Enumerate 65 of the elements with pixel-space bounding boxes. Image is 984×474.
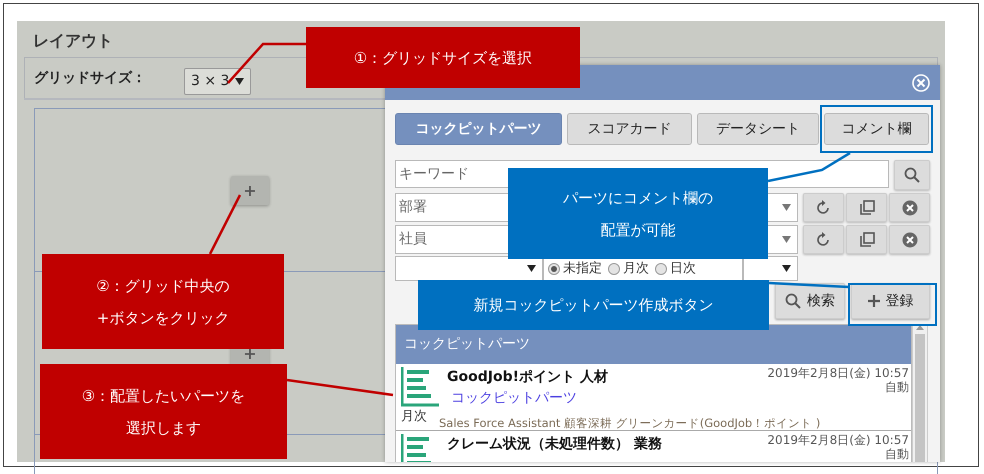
clear-button[interactable] <box>889 193 930 222</box>
item-title: クレーム状況（未処理件数） 業務 <box>446 435 663 454</box>
tab[interactable]: コメント欄 <box>824 113 929 145</box>
callout-text: +ボタンをクリック <box>96 308 230 326</box>
caret-icon <box>782 204 791 211</box>
search-icon <box>904 167 920 183</box>
callout-text: 選択します <box>126 418 201 436</box>
caret-icon <box>527 265 536 272</box>
search-button[interactable] <box>894 160 930 190</box>
list-item[interactable]: 月次 GoodJob!ポイント 人材 コックピットパーツ 2019年2月8日(金) 10:57 自動 Sales Force Assistant 顧客深耕 グリーンカード(GoodJob！ポイント ) <box>396 364 911 431</box>
caret-icon <box>235 78 244 84</box>
register-button[interactable]: 登録 <box>851 283 930 319</box>
callout-text: ①：グリッドサイズを選択 <box>354 48 532 66</box>
radio-button[interactable] <box>655 262 667 274</box>
grid-size-label: グリッドサイズ： <box>34 68 147 88</box>
list-item[interactable]: クレーム状況（未処理件数） 業務 2019年2月8日(金) 10:57 自動 <box>396 431 911 462</box>
month-select[interactable] <box>743 256 798 281</box>
panel-title: レイアウト <box>32 30 114 52</box>
reset-icon <box>816 200 832 216</box>
search-icon <box>785 293 801 309</box>
add-button[interactable]: + <box>231 176 269 205</box>
list-header: コックピットパーツ <box>396 325 911 364</box>
reset-icon <box>816 232 832 248</box>
clear-icon <box>902 200 918 216</box>
search-button[interactable]: 検索 <box>775 283 845 319</box>
callout-text: ②：グリッド中央の <box>96 276 230 294</box>
callout-text: 配置が可能 <box>600 220 676 238</box>
tab[interactable]: データシート <box>697 113 819 145</box>
chart-icon <box>401 367 439 407</box>
scroll-up-icon[interactable] <box>916 325 924 330</box>
callout-text: ③：配置したいパーツを <box>82 386 246 404</box>
caret-icon <box>782 236 791 243</box>
item-mode: 自動 <box>884 448 909 462</box>
radio-option[interactable]: 未指定 <box>548 258 602 278</box>
radio-button[interactable] <box>608 262 620 274</box>
item-link[interactable]: コックピットパーツ <box>441 388 768 409</box>
close-icon[interactable] <box>912 74 930 92</box>
period-select[interactable] <box>395 256 543 281</box>
copy-button[interactable] <box>846 225 887 254</box>
item-title: GoodJob!ポイント 人材 <box>446 368 609 387</box>
item-description: Sales Force Assistant 顧客深耕 グリーンカード(GoodJob！ポイント ) <box>439 414 820 432</box>
radio-option[interactable]: 月次 <box>608 258 649 278</box>
callout-text: パーツにコメント欄の <box>563 188 713 206</box>
period-label: 月次 <box>401 408 427 426</box>
clear-button[interactable] <box>889 225 930 254</box>
plus-icon <box>868 295 880 307</box>
clear-icon <box>902 232 918 248</box>
callout-text: 新規コックピットパーツ作成ボタン <box>474 296 714 314</box>
grid-size-select[interactable]: 3 × 3 <box>184 68 252 94</box>
caret-icon <box>782 265 791 272</box>
tab[interactable]: スコアカード <box>567 113 692 145</box>
radio-label: 未指定 <box>563 260 602 278</box>
item-mode: 自動 <box>884 380 909 395</box>
radio-option[interactable]: 日次 <box>655 258 696 278</box>
copy-icon <box>858 200 874 216</box>
copy-button[interactable] <box>846 193 887 222</box>
radio-button[interactable] <box>548 262 560 274</box>
scrollbar[interactable] <box>912 324 928 462</box>
radio-label: 月次 <box>623 260 649 278</box>
item-date: 2019年2月8日(金) 10:57 <box>767 434 909 448</box>
reset-button[interactable] <box>803 225 844 254</box>
item-date: 2019年2月8日(金) 10:57 <box>767 367 909 381</box>
reset-button[interactable] <box>803 193 844 222</box>
radio-label: 日次 <box>670 260 696 278</box>
copy-icon <box>858 232 874 248</box>
